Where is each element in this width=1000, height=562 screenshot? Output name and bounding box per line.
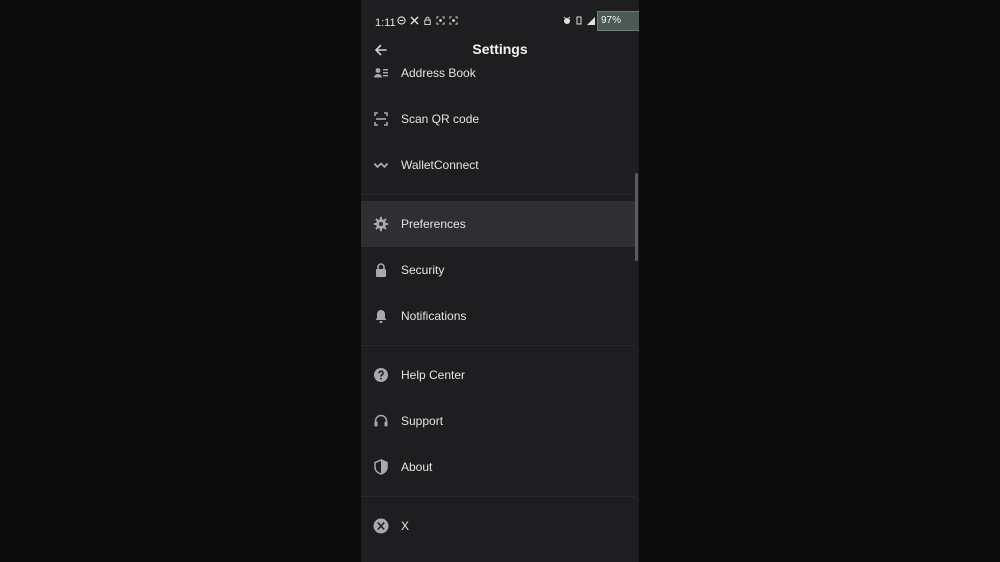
lock-icon: [373, 262, 389, 278]
gear-icon: [373, 216, 389, 232]
menu-item-address-book[interactable]: Address Book: [361, 50, 635, 96]
phone-screen: 1:11 97% Settings Address Book Scan QR c…: [361, 0, 639, 562]
scan-icon: [436, 16, 445, 25]
section-divider: [361, 345, 635, 346]
menu-item-label: Support: [401, 414, 444, 428]
menu-item-walletconnect[interactable]: WalletConnect: [361, 142, 635, 188]
lock-icon: [423, 16, 432, 25]
alarm-icon: [563, 16, 571, 25]
do-not-disturb-icon: [397, 16, 406, 25]
headset-icon: [373, 413, 389, 429]
menu-item-support[interactable]: Support: [361, 398, 635, 444]
menu-item-security[interactable]: Security: [361, 247, 635, 293]
status-bar: 1:11 97%: [361, 11, 639, 34]
menu-item-label: Security: [401, 263, 445, 277]
video-letterbox-right: [639, 0, 1000, 562]
menu-item-label: Help Center: [401, 368, 466, 382]
menu-item-label: X: [401, 519, 410, 533]
section-divider: [361, 194, 635, 195]
contacts-icon: [373, 65, 389, 81]
x-logo-icon: [373, 518, 389, 534]
menu-item-label: Address Book: [401, 66, 476, 80]
status-time: 1:11: [375, 17, 396, 29]
menu-item-about[interactable]: About: [361, 444, 635, 490]
bell-icon: [373, 308, 389, 324]
x-app-icon: [410, 16, 419, 25]
menu-item-notifications[interactable]: Notifications: [361, 293, 635, 339]
vibrate-icon: [575, 16, 583, 25]
shield-icon: [373, 459, 389, 475]
menu-item-x[interactable]: X: [361, 503, 635, 549]
scrollbar-thumb[interactable]: [635, 173, 638, 261]
status-left-icons: [397, 16, 458, 25]
menu-item-scan-qr-code[interactable]: Scan QR code: [361, 96, 635, 142]
menu-item-label: WalletConnect: [401, 158, 479, 172]
menu-item-label: Notifications: [401, 309, 467, 323]
battery-indicator: 97% ✕: [597, 11, 639, 31]
help-icon: [373, 367, 389, 383]
menu-item-label: Scan QR code: [401, 112, 480, 126]
menu-item-preferences[interactable]: Preferences: [361, 201, 635, 247]
qr-scan-icon: [373, 111, 389, 127]
signal-icon: [587, 16, 595, 25]
battery-level: 97%: [601, 15, 622, 26]
scan-icon: [449, 16, 458, 25]
status-right-icons: [563, 16, 595, 25]
menu-item-label: About: [401, 460, 433, 474]
section-divider: [361, 496, 635, 497]
menu-item-label: Preferences: [401, 217, 466, 231]
menu-item-help-center[interactable]: Help Center: [361, 352, 635, 398]
walletconnect-icon: [373, 157, 389, 173]
video-letterbox-left: [0, 0, 360, 562]
